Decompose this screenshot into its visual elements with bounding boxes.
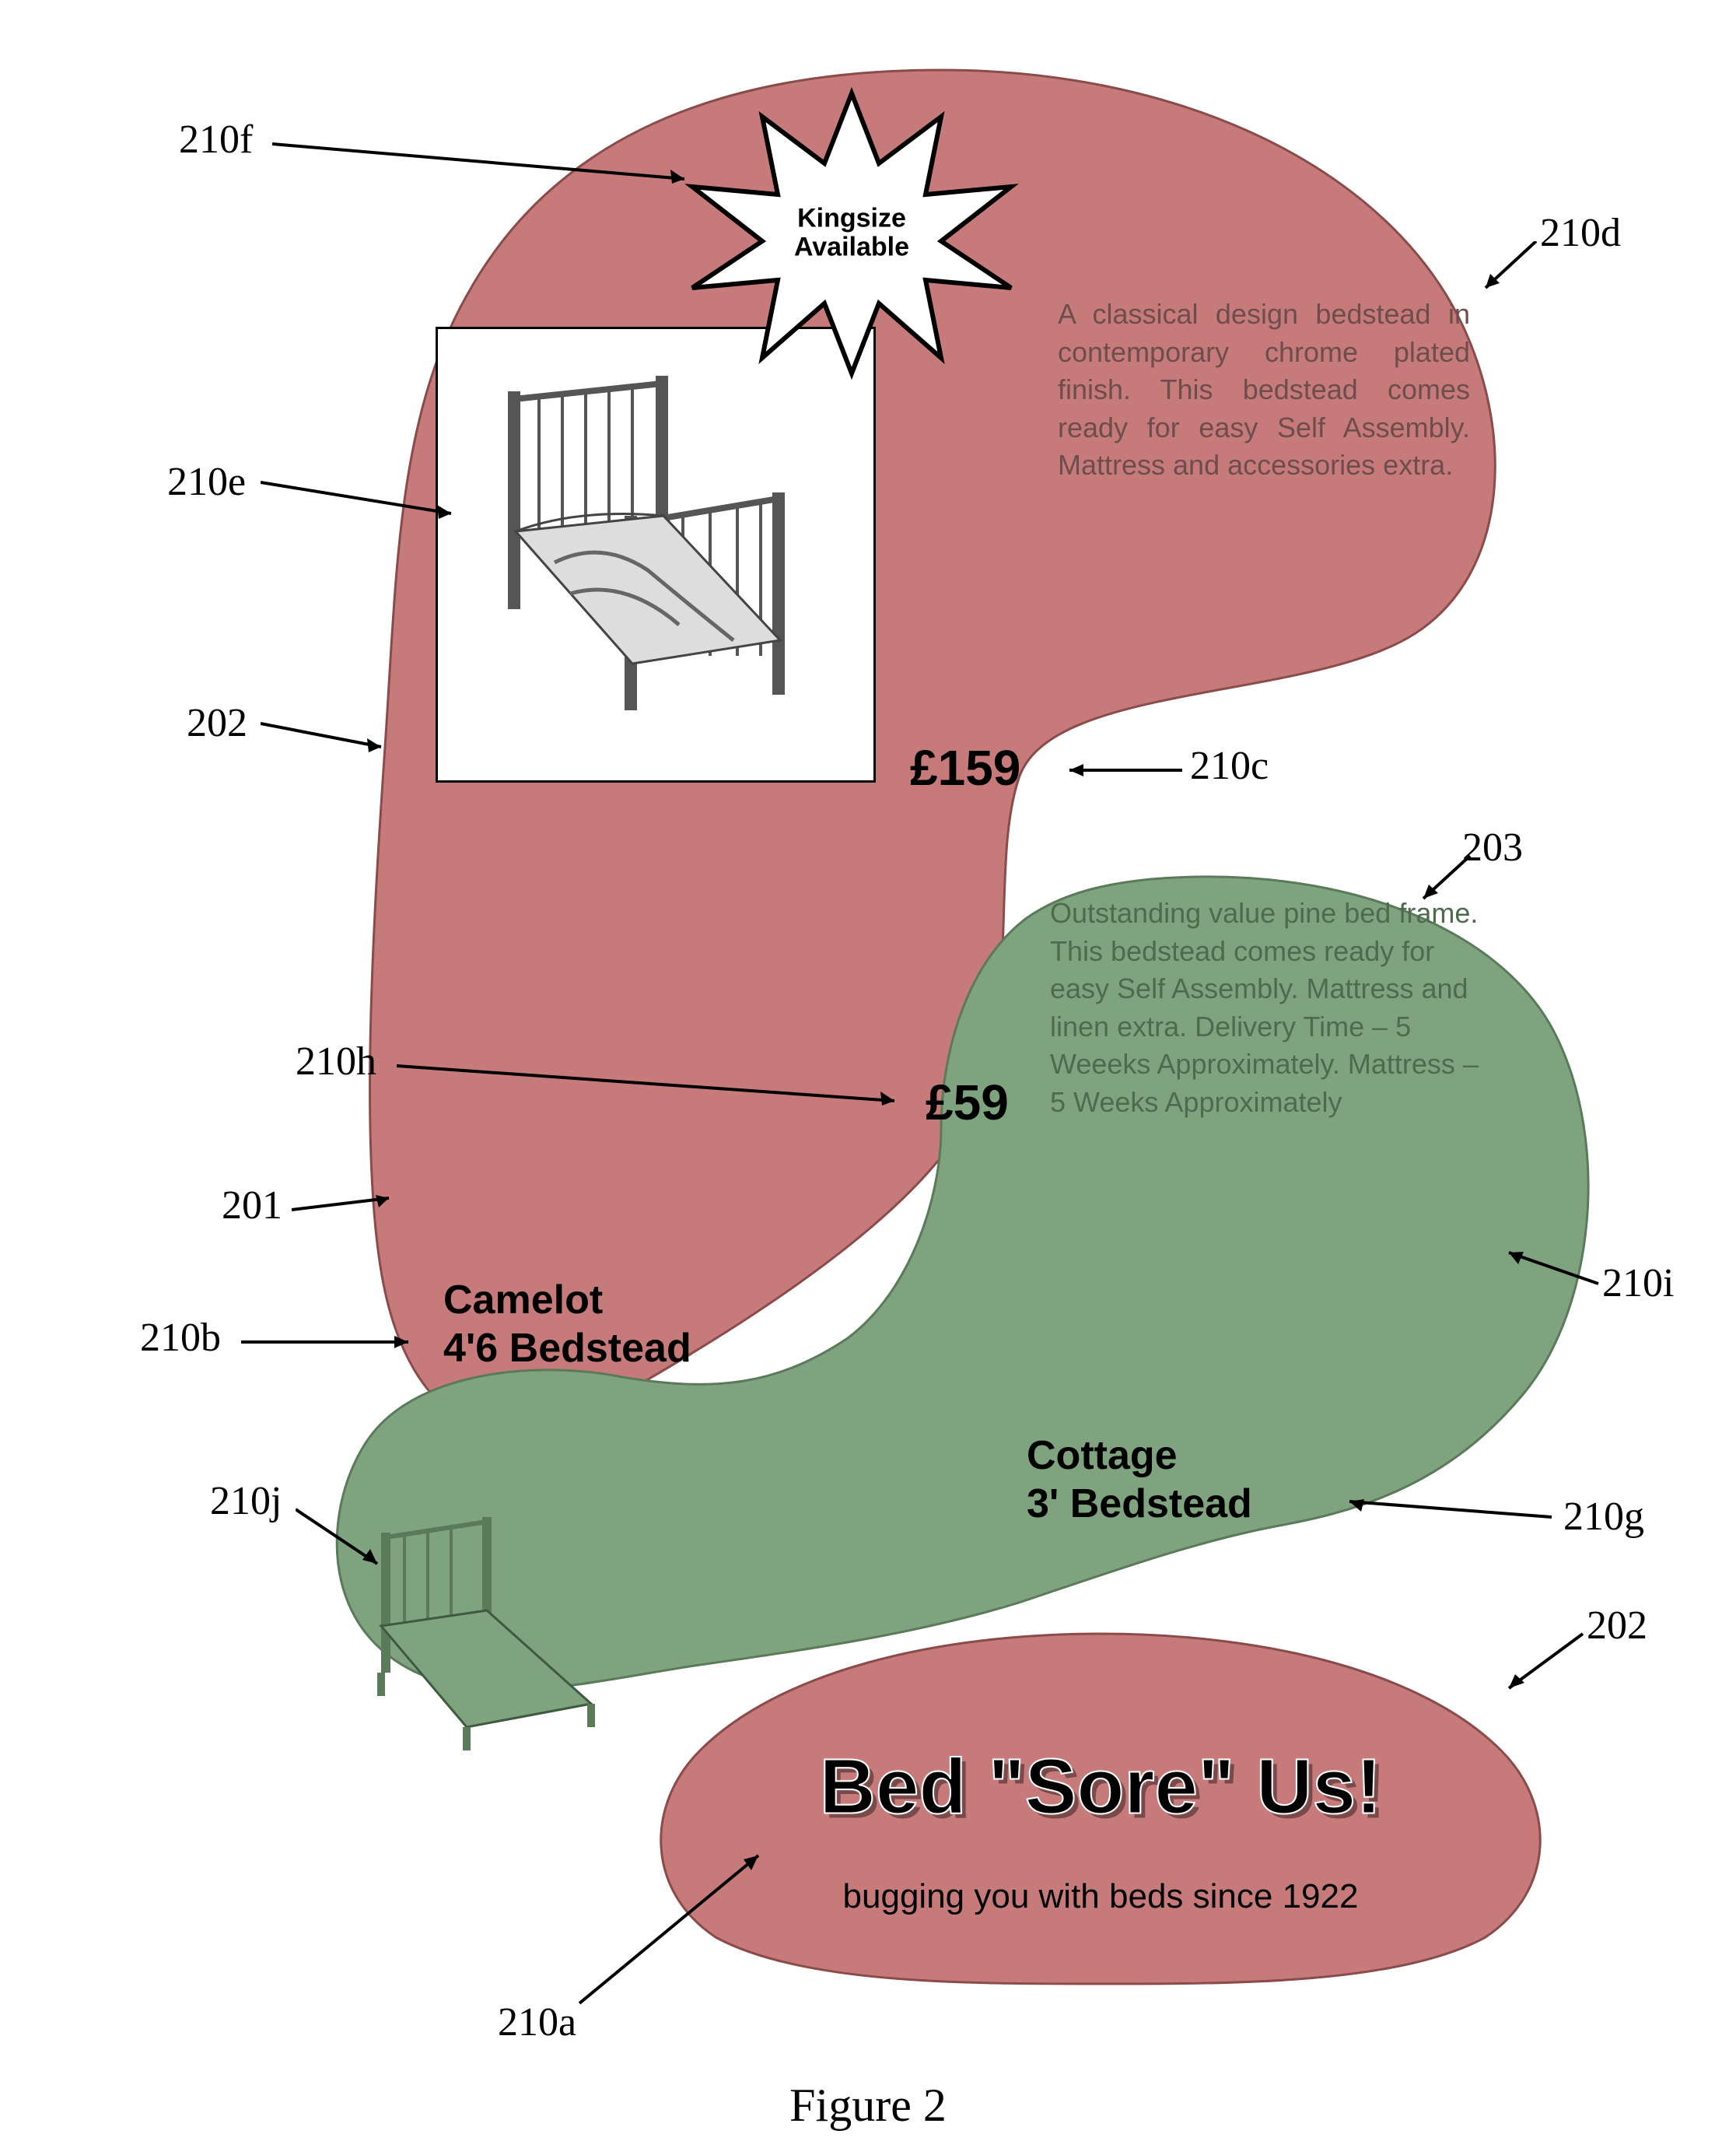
blob-brand: Bed "Sore" Us! bugging you with beds sin… bbox=[646, 1626, 1556, 1992]
ref-210d: 210d bbox=[1540, 210, 1621, 256]
bed-cottage-image bbox=[327, 1509, 622, 1758]
starburst-kingsize: Kingsize Available bbox=[684, 86, 1019, 381]
cottage-price: £59 bbox=[926, 1074, 1009, 1131]
starburst-line1: Kingsize bbox=[797, 204, 906, 233]
ref-210a: 210a bbox=[498, 1999, 576, 2045]
ref-210i: 210i bbox=[1602, 1260, 1674, 1306]
ref-210c: 210c bbox=[1190, 743, 1269, 789]
figure-2-canvas: Bed "Sore" Us! bugging you with beds sin… bbox=[0, 0, 1736, 2148]
ref-210f: 210f bbox=[179, 117, 253, 163]
ref-203: 203 bbox=[1462, 825, 1523, 871]
ref-202-right: 202 bbox=[1587, 1603, 1647, 1649]
brand-name: Bed "Sore" Us! bbox=[820, 1742, 1382, 1831]
bed-camelot-image bbox=[436, 327, 876, 783]
starburst-line2: Available bbox=[794, 233, 909, 262]
cottage-title: Cottage 3' Bedstead bbox=[1027, 1431, 1252, 1529]
ref-201: 201 bbox=[222, 1183, 282, 1228]
figure-caption: Figure 2 bbox=[789, 2079, 947, 2132]
camelot-price: £159 bbox=[910, 739, 1020, 797]
camelot-title: Camelot 4'6 Bedstead bbox=[443, 1276, 691, 1373]
ref-210g: 210g bbox=[1563, 1494, 1644, 1540]
ref-210e: 210e bbox=[167, 459, 246, 505]
ref-210h: 210h bbox=[296, 1039, 376, 1085]
brand-tagline: bugging you with beds since 1922 bbox=[843, 1877, 1359, 1916]
ref-210j: 210j bbox=[210, 1478, 282, 1524]
ref-202-left: 202 bbox=[187, 700, 247, 746]
ref-210b: 210b bbox=[140, 1315, 221, 1361]
camelot-description: A classical design bedstead in contempor… bbox=[1058, 296, 1470, 485]
cottage-description: Outstanding value pine bed frame. This b… bbox=[1050, 895, 1486, 1122]
